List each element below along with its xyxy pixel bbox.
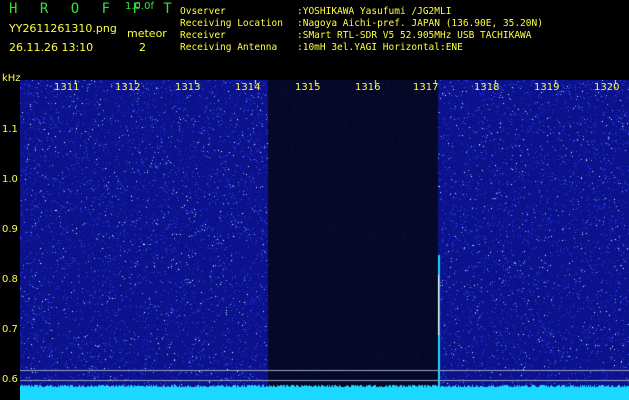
y-tick-label: 0.7 <box>2 324 18 335</box>
version-label: 1.0.0f <box>125 1 154 12</box>
x-tick-label: 1313 <box>175 82 201 93</box>
receiver-label: Receiver <box>180 30 226 41</box>
location-label: Receiving Location <box>180 18 283 29</box>
meteor-label: meteor <box>127 27 167 40</box>
antenna-label: Receiving Antenna <box>180 42 278 53</box>
y-tick-label: 1.1 <box>2 124 18 135</box>
x-tick-label: 1319 <box>534 82 560 93</box>
x-tick-label: 1311 <box>54 82 80 93</box>
y-tick-label: 1.0 <box>2 174 18 185</box>
y-axis-unit: kHz <box>2 73 21 84</box>
x-tick-label: 1316 <box>355 82 381 93</box>
baseline-signal-strip <box>20 389 629 400</box>
location-value: :Nagoya Aichi-pref. JAPAN (136.90E, 35.2… <box>297 18 543 29</box>
meteor-count: 2 <box>139 41 146 54</box>
observer-label: Ovserver <box>180 6 226 17</box>
antenna-value: :10mH 3el.YAGI Horizontal:ENE <box>297 42 463 53</box>
x-tick-label: 1317 <box>413 82 439 93</box>
x-tick-label: 1315 <box>295 82 321 93</box>
observer-value: :YOSHIKAWA Yasufumi /JG2MLI <box>297 6 452 17</box>
hrofft-spectrogram-window: H R O F F T 1.0.0f YY2611261310.png mete… <box>0 0 629 400</box>
y-tick-label: 0.8 <box>2 274 18 285</box>
x-tick-label: 1318 <box>474 82 500 93</box>
spectrogram-canvas <box>20 80 629 400</box>
datetime-label: 26.11.26 13:10 <box>9 41 94 54</box>
y-tick-label: 0.9 <box>2 224 18 235</box>
y-tick-label: 0.6 <box>2 374 18 385</box>
receiver-value: :SMart RTL-SDR V5 52.905MHz USB TACHIKAW… <box>297 30 532 41</box>
filename-label: YY2611261310.png <box>9 22 117 35</box>
x-tick-label: 1312 <box>115 82 141 93</box>
x-tick-label: 1314 <box>235 82 261 93</box>
x-tick-label: 1320 <box>594 82 620 93</box>
